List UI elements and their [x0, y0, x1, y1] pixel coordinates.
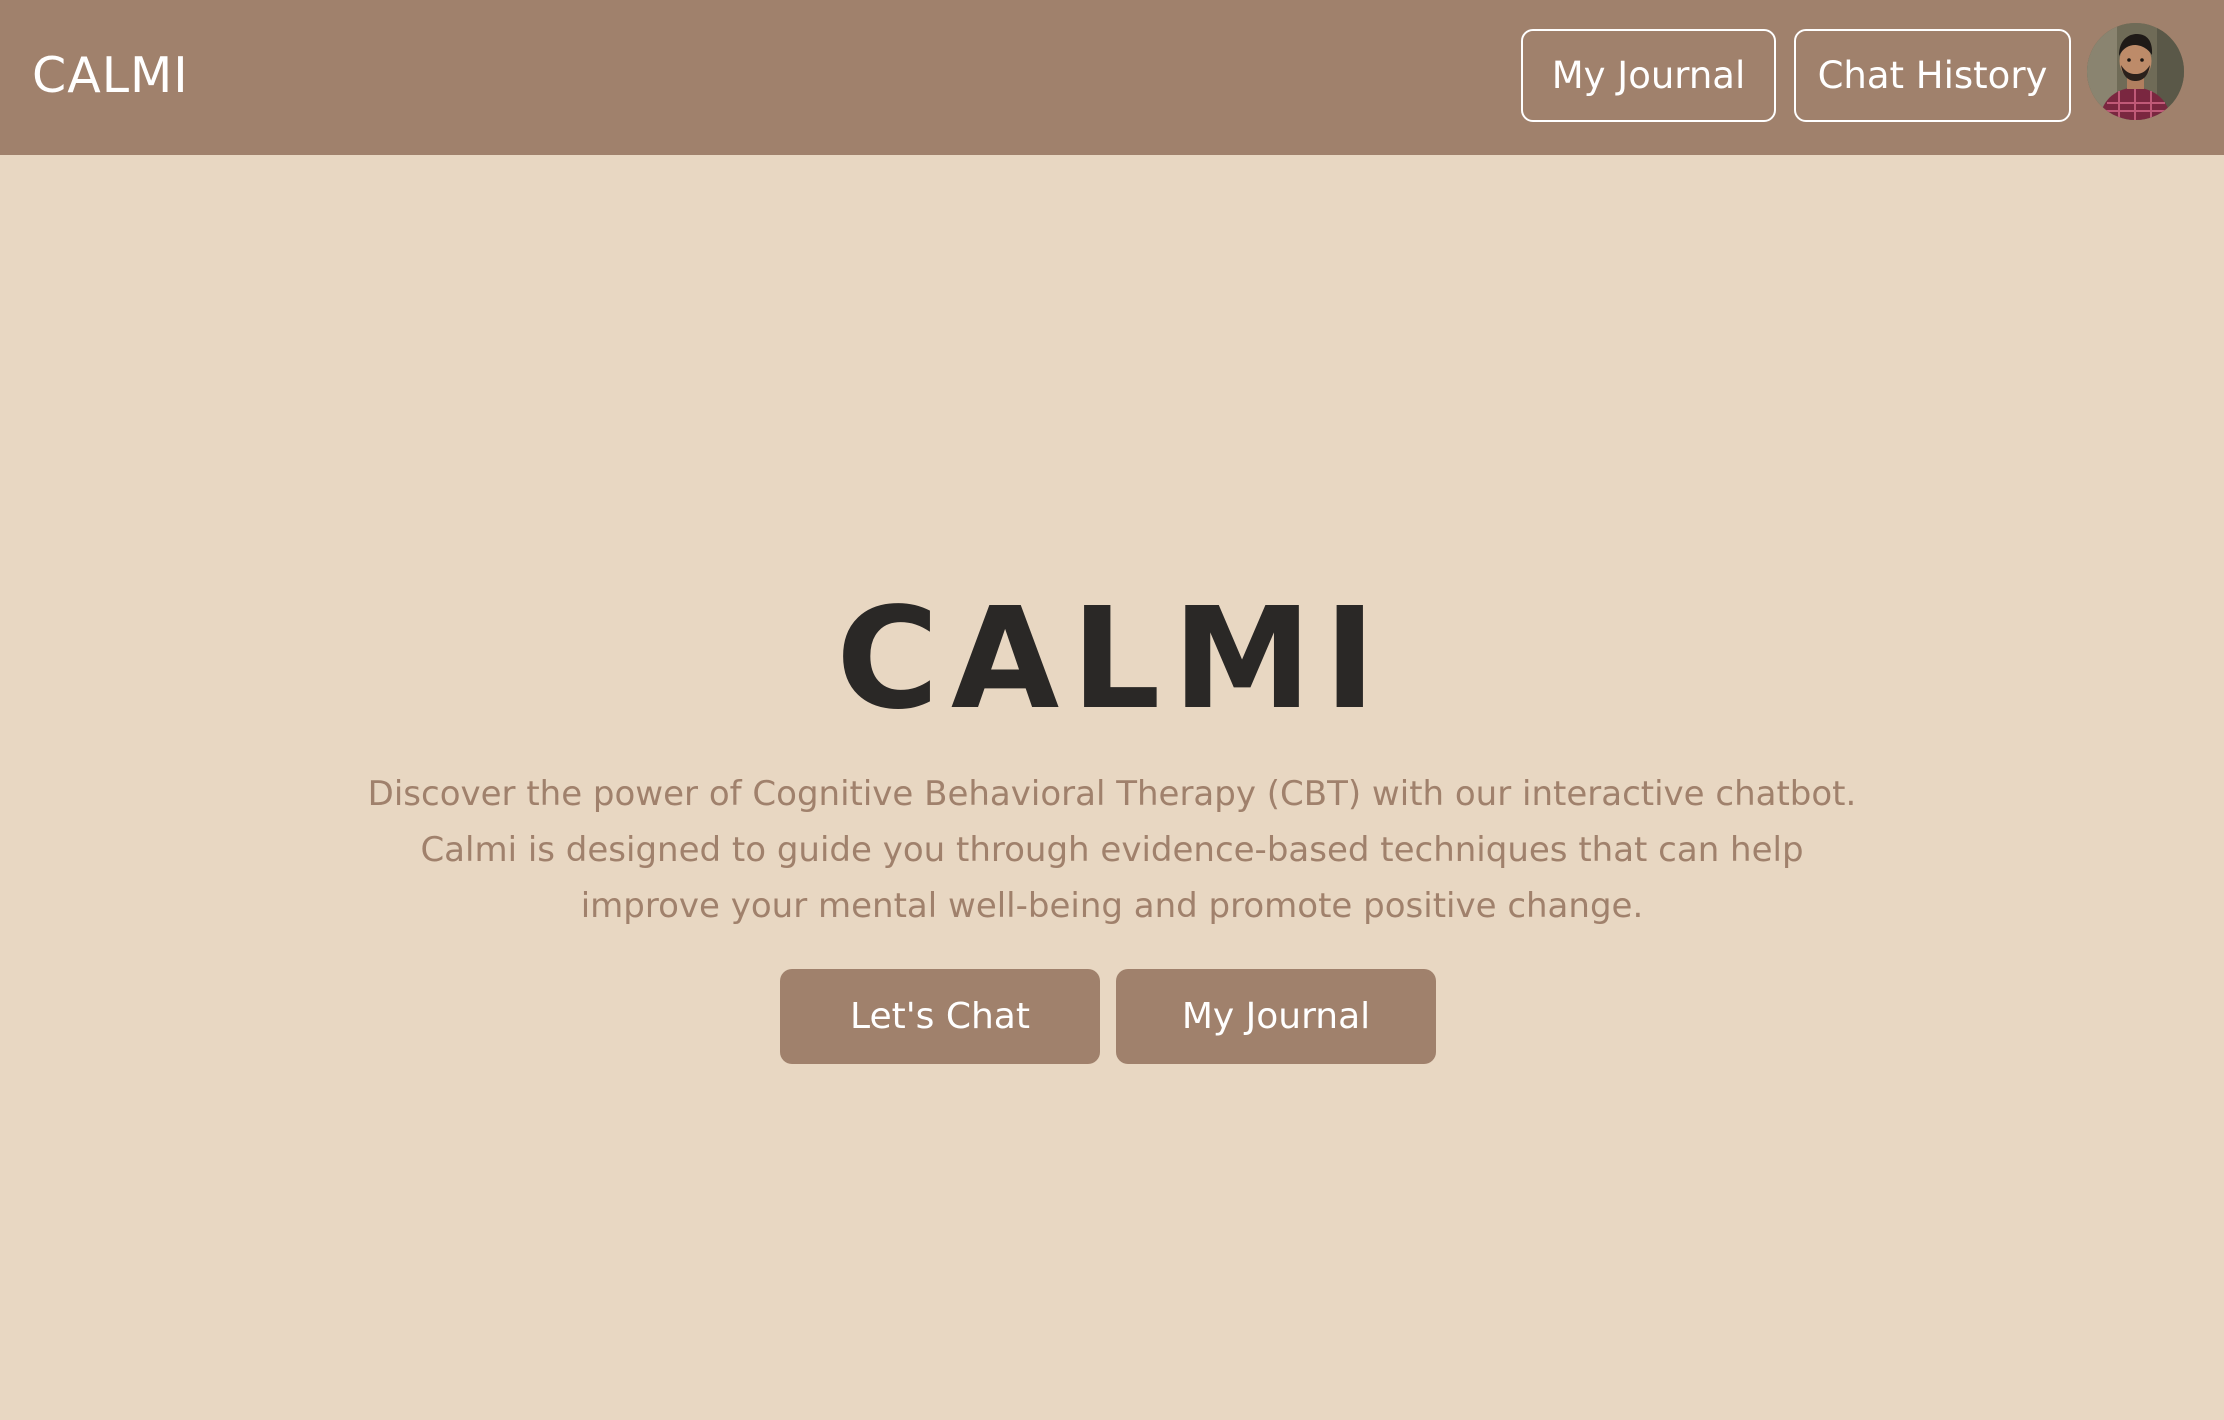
- avatar-photo: [2087, 23, 2184, 120]
- user-avatar-icon[interactable]: [2087, 23, 2184, 120]
- hero-title: CALMI: [836, 578, 1388, 741]
- hero-description-line: Calmi is designed to guide you through e…: [420, 830, 1804, 870]
- brand-logo[interactable]: CALMI: [32, 46, 189, 106]
- hero-description-line: improve your mental well-being and promo…: [580, 886, 1644, 926]
- nav-my-journal-button[interactable]: My Journal: [1521, 29, 1776, 122]
- nav-chat-history-button[interactable]: Chat History: [1794, 29, 2071, 122]
- hero-my-journal-button[interactable]: My Journal: [1116, 969, 1436, 1064]
- hero-description: Discover the power of Cognitive Behavior…: [330, 766, 1894, 934]
- top-navbar: CALMI My Journal Chat History: [0, 0, 2224, 155]
- lets-chat-button[interactable]: Let's Chat: [780, 969, 1100, 1064]
- hero-description-line: Discover the power of Cognitive Behavior…: [367, 774, 1857, 814]
